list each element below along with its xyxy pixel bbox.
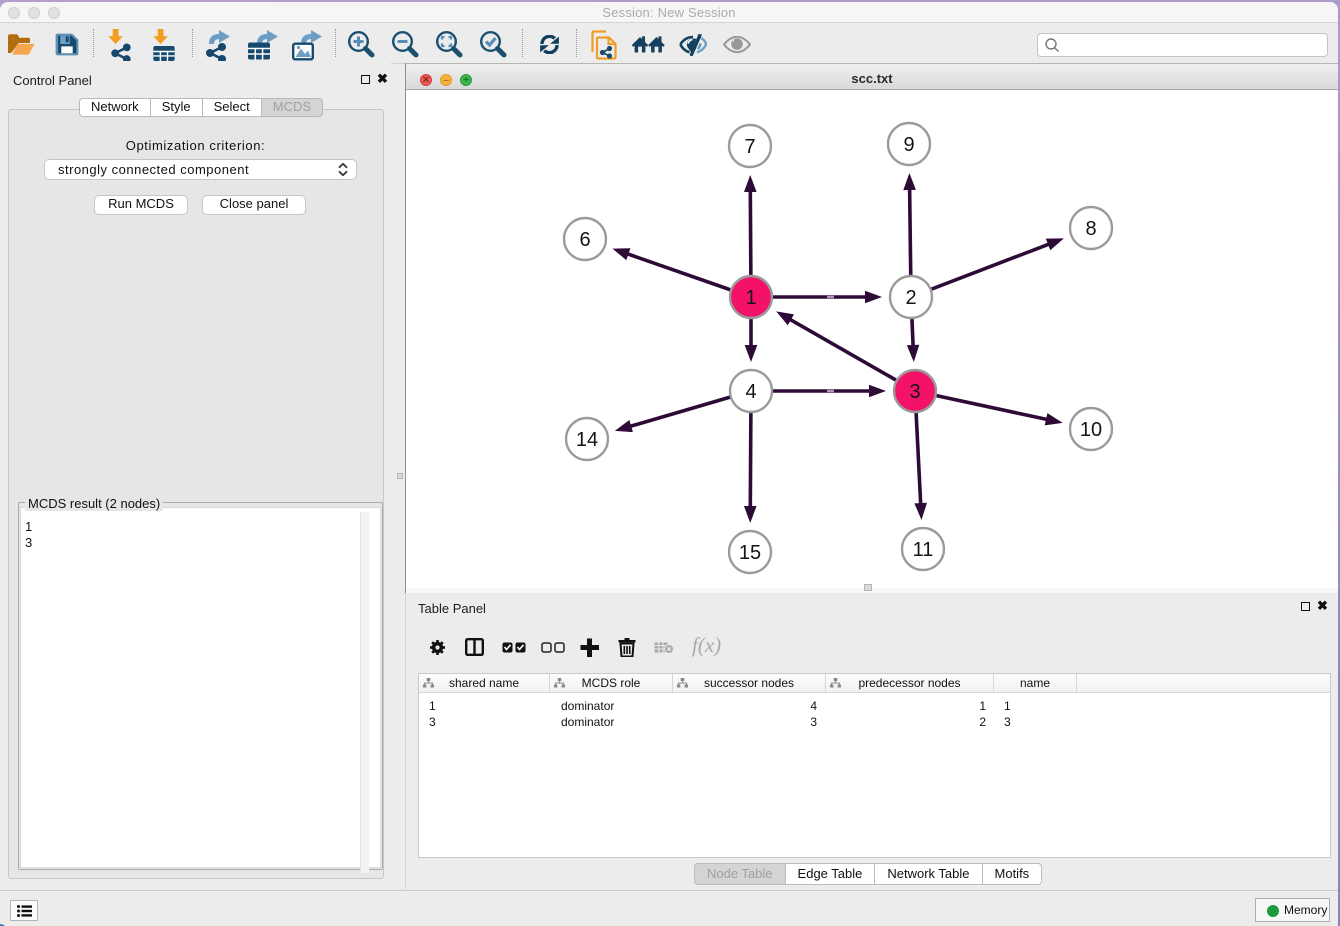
svg-text:6: 6 — [579, 229, 590, 251]
svg-text:1: 1 — [745, 287, 756, 309]
svg-text:11: 11 — [913, 539, 934, 561]
svg-text:3: 3 — [909, 381, 920, 403]
svg-text:9: 9 — [903, 134, 914, 156]
svg-text:10: 10 — [1080, 419, 1102, 441]
svg-text:7: 7 — [744, 136, 755, 158]
svg-text:2: 2 — [905, 287, 916, 309]
svg-text:4: 4 — [745, 381, 756, 403]
svg-text:8: 8 — [1085, 218, 1096, 240]
svg-text:14: 14 — [576, 429, 598, 451]
svg-text:15: 15 — [739, 542, 761, 564]
